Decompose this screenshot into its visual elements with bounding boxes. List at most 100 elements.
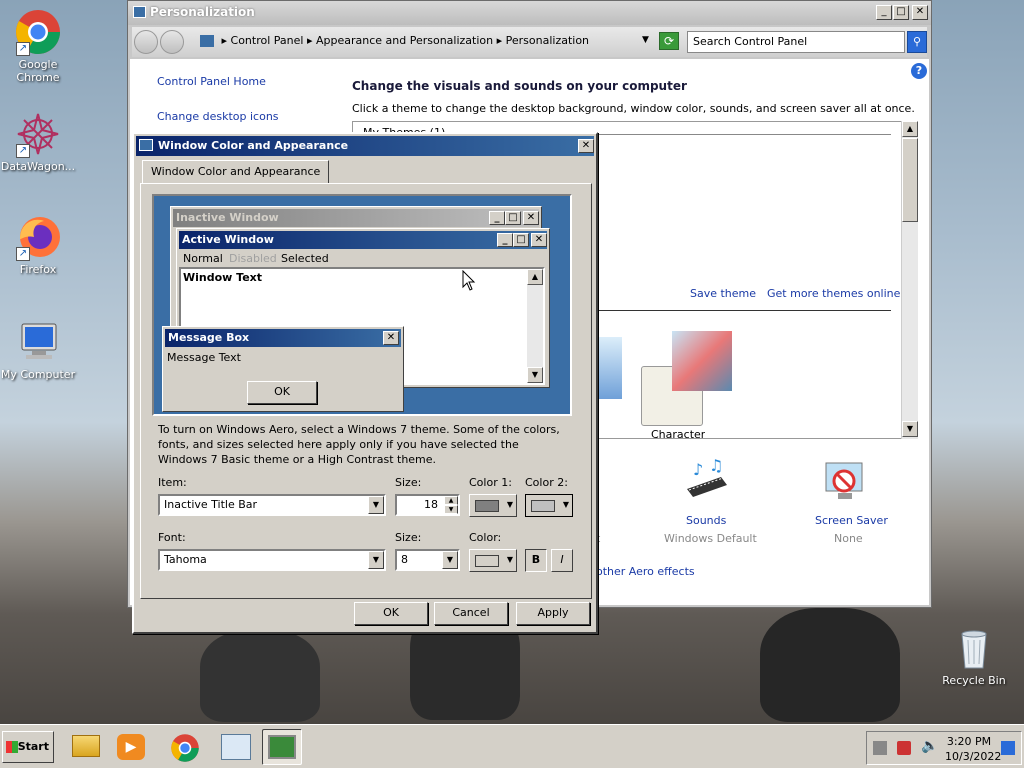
scroll-up-button[interactable]: ▲ [902, 121, 918, 137]
dialog-close-button[interactable]: ✕ [578, 139, 594, 153]
font-size-select[interactable]: 8 ▼ [395, 549, 460, 571]
breadcrumb[interactable]: ▸ Control Panel ▸ Appearance and Persona… [200, 30, 650, 52]
scroll-thumb[interactable] [902, 138, 918, 222]
spin-up-icon[interactable]: ▲ [444, 496, 458, 505]
color2-picker[interactable]: ▼ [525, 494, 573, 517]
preview-window-text: Window Text [183, 271, 263, 284]
action-center-icon[interactable] [897, 741, 911, 755]
scroll-down-button[interactable]: ▼ [902, 421, 918, 437]
svg-text:♫: ♫ [709, 459, 723, 475]
theme-label: Character [651, 428, 706, 438]
font-select[interactable]: Tahoma ▼ [158, 549, 386, 571]
italic-toggle[interactable]: I [551, 549, 573, 572]
back-button[interactable] [134, 30, 158, 54]
taskbar-explorer[interactable] [66, 729, 106, 765]
computer-icon [14, 318, 62, 366]
close-icon: ✕ [383, 331, 399, 345]
color-swatch [475, 500, 499, 512]
page-heading: Change the visuals and sounds on your co… [352, 79, 687, 93]
tab-window-color[interactable]: Window Color and Appearance [142, 160, 330, 184]
background-penguin [200, 630, 320, 722]
chevron-down-icon[interactable]: ▼ [368, 496, 384, 514]
chevron-down-icon[interactable]: ▼ [442, 551, 458, 569]
taskbar-control-panel[interactable] [216, 729, 256, 765]
aero-effects-link[interactable]: other Aero effects [596, 565, 695, 578]
shortcut-arrow-icon: ↗ [16, 42, 30, 56]
appearance-preview[interactable]: Inactive Window _ □ ✕ Active Window _ □ … [152, 194, 572, 416]
color-swatch [475, 555, 499, 567]
bold-toggle[interactable]: B [525, 549, 547, 572]
control-panel-icon [200, 35, 214, 47]
svg-text:♪: ♪ [693, 460, 703, 479]
search-icon[interactable]: ⚲ [907, 31, 927, 53]
background-penguin [760, 608, 900, 722]
start-label: Start [17, 740, 49, 753]
firefox-icon: ↗ [14, 213, 62, 261]
item-size-spinner[interactable]: 18 ▲ ▼ [395, 494, 460, 516]
color2-label: Color 2: [525, 476, 568, 489]
clock-time[interactable]: 3:20 PM [945, 735, 993, 748]
sidebar-link-desktop-icons[interactable]: Change desktop icons [157, 110, 279, 123]
desktop-icon-label: DataWagon... [0, 160, 76, 173]
taskbar-media-player[interactable]: ▶ [112, 729, 152, 765]
clock-date[interactable]: 10/3/2022 [945, 750, 1001, 763]
chevron-down-icon[interactable]: ▼ [368, 551, 384, 569]
breadcrumb-appearance[interactable]: Appearance and Personalization [316, 34, 493, 47]
preview-active-title: Active Window [179, 231, 547, 249]
sidebar-link-home[interactable]: Control Panel Home [157, 75, 266, 88]
volume-icon[interactable]: 🔈 [921, 738, 938, 754]
desktop-icon-datawagon[interactable]: ↗ DataWagon... [0, 110, 78, 173]
refresh-icon[interactable]: ⟳ [659, 32, 679, 50]
preview-message-title: Message Box [165, 329, 401, 347]
help-icon[interactable]: ? [911, 63, 927, 79]
desktop-icon-label: My Computer [0, 368, 76, 381]
display-icon [268, 735, 296, 759]
get-more-themes-link[interactable]: Get more themes online [767, 287, 900, 300]
window-title: Personalization [128, 1, 931, 25]
spin-down-icon[interactable]: ▼ [444, 505, 458, 514]
close-button[interactable]: ✕ [912, 5, 928, 20]
save-theme-link[interactable]: Save theme [690, 287, 756, 300]
forward-button[interactable] [160, 30, 184, 54]
preview-message-box: Message Box ✕ Message Text OK [162, 326, 404, 412]
maximize-button[interactable]: □ [893, 5, 909, 20]
desktop-icon-my-computer[interactable]: My Computer [0, 318, 78, 381]
taskbar-display-settings[interactable] [262, 729, 302, 765]
address-bar: ▸ Control Panel ▸ Appearance and Persona… [132, 27, 927, 57]
sounds-link[interactable]: Sounds [686, 514, 726, 527]
minimize-button[interactable]: _ [876, 5, 892, 20]
preview-ok-button: OK [247, 381, 317, 404]
breadcrumb-control-panel[interactable]: Control Panel [231, 34, 304, 47]
control-panel-icon [133, 6, 146, 18]
ok-button[interactable]: OK [354, 602, 428, 625]
datawagon-icon: ↗ [14, 110, 62, 158]
taskbar-chrome[interactable] [166, 729, 206, 765]
desktop-icon-recycle-bin[interactable]: Recycle Bin [934, 624, 1014, 687]
chrome-icon [171, 734, 199, 762]
start-button[interactable]: Start [2, 731, 54, 763]
preview-menu-selected: Selected [281, 252, 329, 265]
shortcut-arrow-icon: ↗ [16, 247, 30, 261]
color1-picker[interactable]: ▼ [469, 494, 517, 517]
theme-scrollbar[interactable]: ▲ ▼ [901, 121, 918, 439]
show-desktop-icon[interactable] [1001, 741, 1015, 755]
minimize-icon: _ [497, 233, 513, 247]
breadcrumb-personalization[interactable]: Personalization [506, 34, 589, 47]
screen-saver-link[interactable]: Screen Saver [815, 514, 888, 527]
item-select[interactable]: Inactive Title Bar ▼ [158, 494, 386, 516]
screen-saver-icon[interactable] [822, 459, 868, 505]
theme-character[interactable] [641, 331, 732, 426]
sounds-icon[interactable]: ♪ ♫ [681, 456, 731, 505]
search-input[interactable]: Search Control Panel [687, 31, 905, 53]
chevron-down-icon[interactable]: ▼ [642, 35, 649, 45]
font-color-picker[interactable]: ▼ [469, 549, 517, 572]
network-icon[interactable] [873, 741, 887, 755]
desktop-icon-chrome[interactable]: ↗ Google Chrome [0, 8, 78, 84]
window-color-dialog: Window Color and Appearance ✕ Window Col… [132, 132, 598, 634]
cancel-button[interactable]: Cancel [434, 602, 508, 625]
aero-info-text: To turn on Windows Aero, select a Window… [158, 423, 560, 466]
desktop-icon-firefox[interactable]: ↗ Firefox [0, 213, 78, 276]
apply-button[interactable]: Apply [516, 602, 590, 625]
item-size-value: 18 [424, 498, 438, 511]
font-value: Tahoma [164, 553, 207, 566]
